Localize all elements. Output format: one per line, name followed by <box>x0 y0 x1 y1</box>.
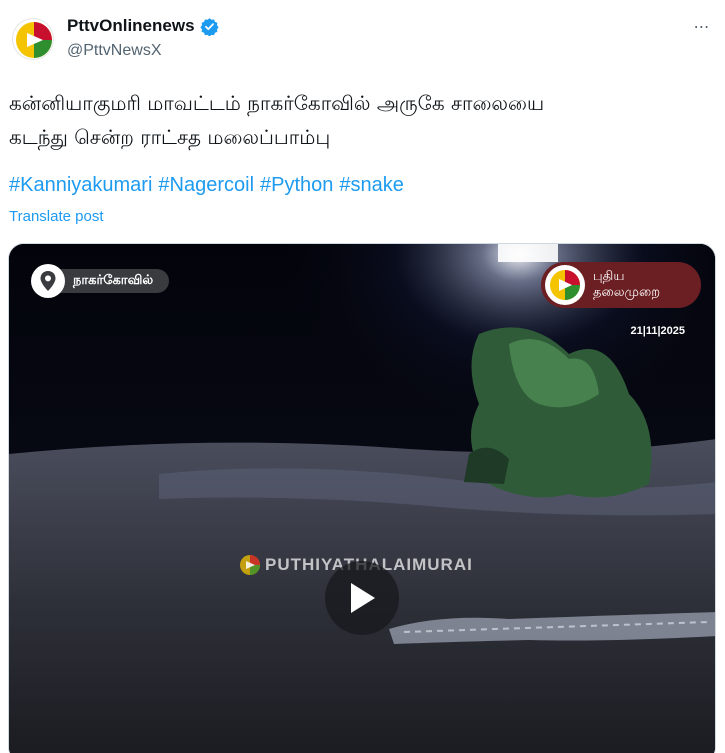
post-text-line-2: கடந்து சென்ற ராட்சத மலைப்பாம்பு <box>9 125 331 149</box>
location-pin-icon <box>31 264 65 298</box>
video-frame <box>9 244 715 753</box>
location-badge: நாகர்கோவில் <box>31 264 170 298</box>
hashtag-list: #Kanniyakumari #Nagercoil #Python #snake <box>9 174 404 197</box>
verified-badge-icon <box>199 17 219 36</box>
tweet-header: PttvOnlinenews @PttvNewsX ⋯ <box>0 0 725 70</box>
location-label: நாகர்கோவில் <box>57 269 170 293</box>
translate-post-link[interactable]: Translate post <box>9 208 104 225</box>
channel-mark-icon <box>545 265 585 305</box>
play-icon <box>351 583 375 613</box>
hashtag-link[interactable]: #Python <box>260 174 333 197</box>
author-handle[interactable]: @PttvNewsX <box>67 42 161 60</box>
play-button[interactable] <box>325 561 399 635</box>
broadcast-date: 21|11|2025 <box>630 325 686 337</box>
video-player[interactable]: நாகர்கோவில் புதிய தலைமுறை 21|11|2025 PUT… <box>8 243 716 753</box>
channel-logo: புதிய தலைமுறை <box>541 262 701 308</box>
display-name[interactable]: PttvOnlinenews <box>67 16 195 36</box>
post-text-line-1: கன்னியாகுமரி மாவட்டம் நாகர்கோவில் அருகே … <box>9 91 545 115</box>
hashtag-link[interactable]: #snake <box>339 174 404 197</box>
avatar[interactable] <box>12 18 54 60</box>
hashtag-link[interactable]: #Kanniyakumari <box>9 174 152 197</box>
channel-logo-icon <box>16 22 52 58</box>
more-options-icon[interactable]: ⋯ <box>689 14 715 40</box>
channel-name-line-2: தலைமுறை <box>593 285 661 300</box>
channel-name: புதிய தலைமுறை <box>593 269 660 301</box>
post-text: கன்னியாகுமரி மாவட்டம் நாகர்கோவில் அருகே … <box>9 86 709 154</box>
display-name-row: PttvOnlinenews <box>67 16 219 36</box>
channel-name-line-1: புதிய <box>593 269 625 284</box>
watermark-logo-icon <box>240 555 260 575</box>
hashtag-link[interactable]: #Nagercoil <box>158 174 254 197</box>
